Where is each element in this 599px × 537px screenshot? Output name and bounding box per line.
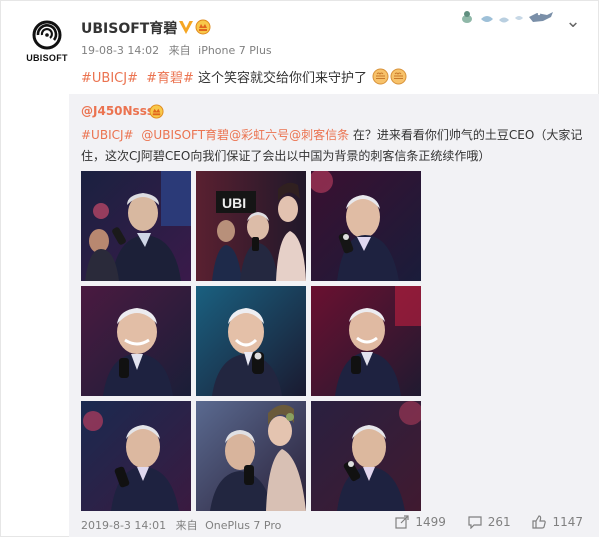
decorative-header-icon [462, 11, 553, 23]
topic-link[interactable]: #UBICJ# [81, 71, 138, 86]
topic-link[interactable]: #育碧# [146, 71, 194, 86]
close-icon[interactable]: ⌄ [565, 13, 581, 31]
mention-link[interactable]: @刺客信条 [289, 128, 349, 142]
photo-3[interactable] [311, 171, 421, 281]
like-icon [532, 515, 547, 529]
photo-7[interactable] [81, 401, 191, 511]
user-name[interactable]: UBISOFT育碧 [81, 18, 177, 38]
photo-1[interactable] [81, 171, 191, 281]
repost-source: OnePlus 7 Pro [205, 519, 282, 532]
member-badge-icon[interactable] [149, 104, 164, 119]
photo-9[interactable] [311, 401, 421, 511]
share-icon [395, 515, 409, 529]
share-button[interactable]: 1499 [395, 515, 446, 529]
photo-grid: UBI [81, 171, 421, 511]
mention-link[interactable]: @UBISOFT育碧 [141, 128, 229, 142]
like-count: 1147 [552, 515, 583, 529]
member-badge-icon[interactable] [195, 19, 211, 35]
comment-icon [468, 516, 482, 530]
comment-button[interactable]: 261 [468, 515, 511, 530]
repost-user-name[interactable]: @J450Nsss [81, 104, 154, 118]
avatar-logo-text: UBISOFT [26, 53, 68, 63]
repost-stats: 1499 261 1147 [377, 515, 583, 530]
repost-body-text-line2: 住，这次CJ阿碧CEO向我们保证了会出以中国为背景的刺客信条正统续作哦） [81, 149, 491, 163]
share-count: 1499 [415, 515, 446, 529]
repost-text: #UBICJ# @UBISOFT育碧@彩虹六号@刺客信条 在？进来看看你们帅气的… [81, 125, 589, 167]
repost-body-text: 在？进来看看你们帅气的土豆CEO（大家记 [349, 128, 583, 142]
mention-link[interactable]: @彩虹六号 [229, 128, 289, 142]
source-prefix: 来自 [175, 519, 198, 532]
photo-8[interactable] [196, 401, 306, 511]
repost-time[interactable]: 2019-8-3 14:01 [81, 519, 166, 532]
photo-6[interactable] [311, 286, 421, 396]
fist-emoji-icon [390, 68, 407, 85]
verified-icon[interactable] [177, 18, 195, 36]
post-source: iPhone 7 Plus [198, 44, 272, 57]
post-time[interactable]: 19-08-3 14:02 [81, 44, 159, 57]
weibo-card: ⌄ UBISOFT UBISOFT育碧 19-08-3 14:02 来自 iPh… [0, 0, 599, 537]
photo-4[interactable] [81, 286, 191, 396]
repost-meta: 2019-8-3 14:01 来自 OnePlus 7 Pro [81, 517, 281, 533]
topic-link[interactable]: #UBICJ# [81, 128, 134, 142]
post-meta: 19-08-3 14:02 来自 iPhone 7 Plus [81, 42, 272, 58]
like-button[interactable]: 1147 [532, 515, 583, 529]
photo-2[interactable]: UBI [196, 171, 306, 281]
post-text: #UBICJ# #育碧# 这个笑容就交给你们来守护了 [81, 67, 407, 86]
fist-emoji-icon [372, 68, 389, 85]
photo-5[interactable] [196, 286, 306, 396]
repost-block: @J450Nsss #UBICJ# @UBISOFT育碧@彩虹六号@刺客信条 在… [69, 94, 599, 537]
svg-text:UBI: UBI [222, 195, 246, 211]
source-prefix: 来自 [168, 44, 191, 57]
post-body-text: 这个笑容就交给你们来守护了 [198, 71, 368, 86]
comment-count: 261 [487, 515, 511, 529]
